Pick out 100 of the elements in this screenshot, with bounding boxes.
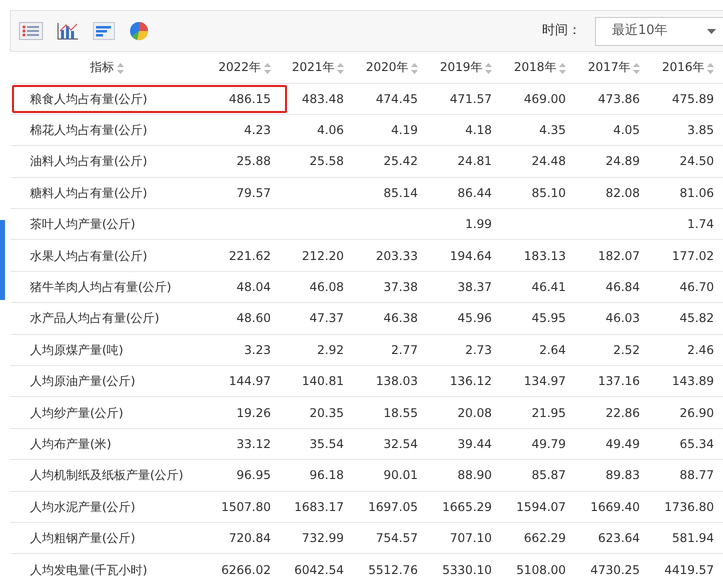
list-icon[interactable] [19, 22, 43, 40]
indicator-name: 人均粗钢产量(公斤) [30, 531, 136, 546]
table-cell: 46.03 [606, 311, 640, 326]
table-cell: 4.18 [465, 123, 492, 138]
sort-icon[interactable] [707, 63, 714, 74]
table-cell: 2.73 [465, 342, 492, 357]
table-cell: 134.97 [524, 374, 566, 388]
indicator-name: 人均原油产量(公斤) [30, 374, 136, 388]
table-cell: 85.10 [532, 186, 566, 200]
table-cell: 37.38 [384, 280, 418, 294]
table-cell: 221.62 [228, 248, 271, 263]
table-cell: 144.97 [228, 374, 271, 388]
table-cell: 623.64 [598, 531, 640, 546]
table-cell: 194.64 [450, 248, 492, 263]
table-cell: 4.05 [613, 123, 640, 138]
table-cell: 1.99 [465, 217, 492, 232]
table-cell: 46.70 [680, 280, 714, 294]
table-cell: 24.81 [458, 154, 492, 168]
sort-icon[interactable] [337, 63, 344, 74]
table-cell: 2.77 [391, 342, 418, 357]
table-cell: 4.35 [539, 123, 566, 138]
indicator-name: 棉花人均占有量(公斤) [30, 123, 148, 138]
table-cell: 212.20 [302, 248, 344, 263]
table-cell: 3.85 [687, 123, 714, 138]
table-cell: 1683.17 [294, 500, 344, 514]
table-cell: 33.12 [236, 436, 271, 451]
table-cell: 1669.40 [590, 500, 640, 514]
indicator-name: 猪牛羊肉人均占有量(公斤) [30, 280, 172, 294]
table-cell: 1665.29 [442, 500, 492, 514]
table-cell: 96.95 [236, 468, 271, 482]
sort-icon[interactable] [116, 63, 124, 74]
table-cell: 6042.54 [294, 562, 344, 577]
indicator-name: 人均布产量(米) [30, 436, 112, 451]
pie-chart-icon[interactable] [129, 21, 149, 41]
table-cell: 35.54 [310, 436, 344, 451]
sort-icon[interactable] [559, 63, 566, 74]
table-cell: 471.57 [450, 92, 492, 106]
table-cell: 4.23 [244, 123, 271, 138]
time-select[interactable]: 最近10年 [595, 16, 723, 46]
indicator-name: 粮食人均占有量(公斤) [30, 92, 148, 106]
table-cell: 483.48 [302, 92, 344, 106]
table-cell: 4.19 [391, 123, 418, 138]
time-label: 时间： [542, 22, 581, 40]
table-cell: 486.15 [228, 92, 271, 106]
table-cell: 90.01 [384, 468, 418, 482]
indicator-name: 人均发电量(千瓦小时) [30, 562, 148, 577]
table-cell: 32.54 [384, 436, 418, 451]
table-cell: 82.08 [606, 186, 640, 200]
indicator-name: 水产品人均占有量(公斤) [30, 311, 160, 326]
table-cell: 88.90 [458, 468, 492, 482]
table-cell: 754.57 [376, 531, 418, 546]
indicator-name: 人均机制纸及纸板产量(公斤) [30, 468, 184, 482]
table-cell: 46.38 [384, 311, 418, 326]
table-cell: 1507.80 [221, 500, 271, 514]
table-cell: 183.13 [524, 248, 566, 263]
table-cell: 182.07 [598, 248, 640, 263]
table-cell: 49.79 [532, 436, 566, 451]
table-cell: 85.87 [532, 468, 566, 482]
table-cell: 140.81 [302, 374, 344, 388]
table-cell: 79.57 [236, 186, 271, 200]
table-cell: 474.45 [376, 92, 418, 106]
table-cell: 24.48 [532, 154, 566, 168]
table-cell: 4419.57 [664, 562, 714, 577]
table-cell: 46.41 [532, 280, 566, 294]
table-cell: 475.89 [672, 92, 714, 106]
table-cell: 45.96 [458, 311, 492, 326]
table-cell: 1697.05 [368, 500, 418, 514]
table-cell: 1594.07 [516, 500, 566, 514]
table-cell: 88.77 [680, 468, 714, 482]
table-cell: 1.74 [687, 217, 714, 232]
table-cell: 85.14 [384, 186, 418, 200]
table-cell: 2.64 [539, 342, 566, 357]
side-tab[interactable] [0, 220, 5, 300]
indicator-name: 糖料人均占有量(公斤) [30, 186, 148, 200]
sort-icon[interactable] [485, 63, 492, 74]
table-cell: 177.02 [672, 248, 714, 263]
table-cell: 48.04 [236, 280, 271, 294]
table-cell: 5108.00 [516, 562, 566, 577]
horizontal-bars-icon[interactable] [93, 22, 115, 40]
table-cell: 21.95 [532, 406, 566, 420]
table-cell: 81.06 [680, 186, 714, 200]
sort-icon[interactable] [633, 63, 640, 74]
table-cell: 143.89 [672, 374, 714, 388]
table-cell: 136.12 [450, 374, 492, 388]
indicator-name: 人均原煤产量(吨) [30, 342, 124, 357]
indicator-name: 人均水泥产量(公斤) [30, 500, 136, 514]
indicator-name: 人均纱产量(公斤) [30, 406, 124, 420]
sort-icon[interactable] [264, 63, 271, 74]
table-cell: 5330.10 [442, 562, 492, 577]
table-cell: 47.37 [310, 311, 344, 326]
table-cell: 65.34 [680, 436, 714, 451]
sort-icon[interactable] [411, 63, 418, 74]
table-cell: 473.86 [598, 92, 640, 106]
table-cell: 22.86 [606, 406, 640, 420]
table-cell: 19.26 [236, 406, 271, 420]
table-cell: 707.10 [450, 531, 492, 546]
table-cell: 138.03 [376, 374, 418, 388]
indicator-name: 水果人均占有量(公斤) [30, 248, 148, 263]
bar-chart-icon[interactable] [57, 22, 79, 40]
table-cell: 24.50 [680, 154, 714, 168]
